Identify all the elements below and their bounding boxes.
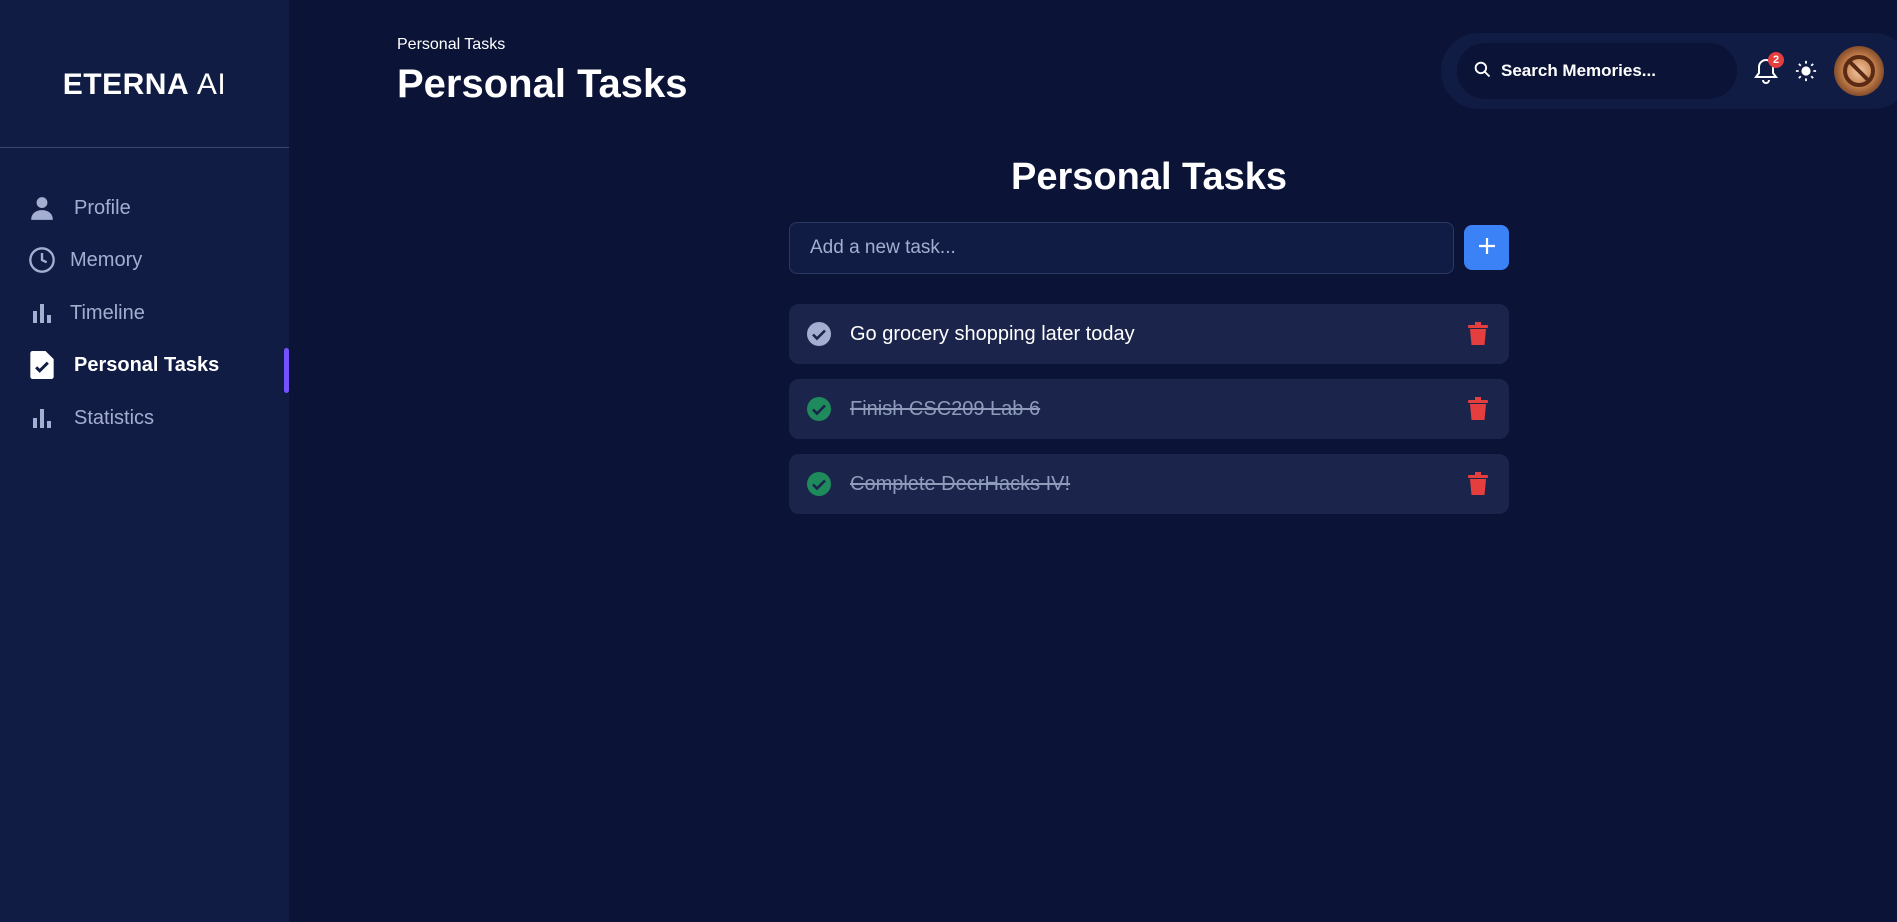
sidebar-divider bbox=[0, 147, 289, 148]
section-title: Personal Tasks bbox=[1010, 156, 1287, 198]
sidebar-item-profile[interactable]: Profile bbox=[28, 190, 278, 226]
check-circle-icon[interactable] bbox=[806, 321, 832, 347]
task-text: Go grocery shopping later today bbox=[850, 322, 1135, 345]
sidebar-item-memory[interactable]: Memory bbox=[28, 242, 278, 278]
trash-icon[interactable] bbox=[1467, 397, 1489, 421]
page-title: Personal Tasks bbox=[397, 62, 688, 106]
sidebar-item-personal-tasks[interactable]: Personal Tasks bbox=[28, 347, 278, 383]
task-item: Go grocery shopping later today bbox=[789, 304, 1509, 364]
bar-chart-icon bbox=[28, 299, 56, 327]
sidebar-item-label: Timeline bbox=[70, 301, 145, 324]
task-item: Finish CSC209 Lab 6 bbox=[789, 379, 1509, 439]
brand-suffix: AI bbox=[196, 68, 227, 101]
notification-badge: 2 bbox=[1768, 52, 1784, 68]
sidebar: ETERNA AI Profile Memory Timeline Person… bbox=[0, 0, 289, 922]
clock-icon bbox=[28, 246, 56, 274]
sidebar-item-statistics[interactable]: Statistics bbox=[28, 400, 278, 436]
new-task-input[interactable] bbox=[789, 222, 1454, 274]
task-file-icon bbox=[28, 351, 56, 379]
brand-logo[interactable]: ETERNA AI bbox=[0, 68, 289, 102]
trash-icon[interactable] bbox=[1467, 322, 1489, 346]
search-icon bbox=[1473, 60, 1491, 83]
breadcrumb[interactable]: Personal Tasks bbox=[397, 36, 505, 54]
sidebar-item-label: Personal Tasks bbox=[74, 353, 220, 376]
task-item: Complete DeerHacks IV! bbox=[789, 454, 1509, 514]
avatar[interactable] bbox=[1834, 46, 1884, 96]
person-icon bbox=[28, 194, 56, 222]
sidebar-item-label: Memory bbox=[70, 248, 143, 271]
sidebar-item-timeline[interactable]: Timeline bbox=[28, 295, 278, 331]
sidebar-item-label: Statistics bbox=[74, 406, 155, 429]
active-indicator bbox=[284, 348, 289, 393]
task-text: Complete DeerHacks IV! bbox=[850, 472, 1071, 495]
trash-icon[interactable] bbox=[1467, 472, 1489, 496]
task-text: Finish CSC209 Lab 6 bbox=[850, 397, 1041, 420]
sidebar-item-label: Profile bbox=[74, 196, 131, 219]
check-circle-icon[interactable] bbox=[806, 396, 832, 422]
search-input[interactable]: Search Memories... bbox=[1457, 43, 1737, 99]
add-task-button[interactable] bbox=[1464, 225, 1509, 270]
search-placeholder: Search Memories... bbox=[1501, 61, 1656, 80]
sun-icon[interactable] bbox=[1795, 60, 1817, 82]
brand-name: ETERNA bbox=[62, 68, 189, 101]
plus-icon bbox=[1477, 236, 1497, 259]
bar-chart-icon bbox=[28, 404, 56, 432]
check-circle-icon[interactable] bbox=[806, 471, 832, 497]
